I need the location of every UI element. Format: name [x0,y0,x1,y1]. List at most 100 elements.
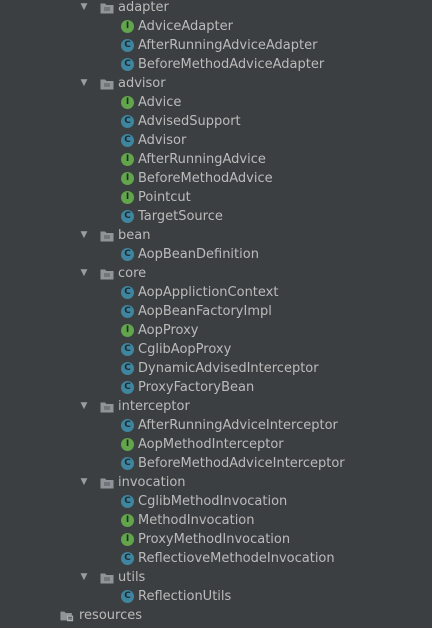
tree-item-dynamic-advised-interceptor[interactable]: C DynamicAdvisedInterceptor [0,359,432,378]
tree-folder-resources[interactable]: resources [0,606,432,625]
tree-folder-label: utils [118,570,146,585]
interface-icon: I [121,438,134,451]
expand-arrow-icon[interactable]: ▼ [78,74,90,93]
tree-folder-interceptor[interactable]: ▼ interceptor [0,397,432,416]
tree-folder-label: resources [79,608,143,623]
class-icon: C [121,134,134,147]
tree-item-proxy-factory-bean[interactable]: C ProxyFactoryBean [0,378,432,397]
tree-item-pointcut[interactable]: I Pointcut [0,188,432,207]
interface-label: AopMethodInterceptor [138,437,284,452]
class-label: AfterRunningAdviceInterceptor [138,418,338,433]
interface-icon: I [121,20,134,33]
class-label: AopBeanDefinition [138,247,259,262]
resources-folder-icon [60,609,74,628]
interface-icon: I [121,172,134,185]
interface-label: AdviceAdapter [138,19,233,34]
class-icon: C [121,590,134,603]
class-label: CglibAopProxy [138,342,232,357]
interface-label: AopProxy [138,323,199,338]
tree-item-aop-method-interceptor[interactable]: I AopMethodInterceptor [0,435,432,454]
expand-arrow-icon[interactable]: ▼ [78,568,90,587]
tree-item-after-running-advice-adapter[interactable]: C AfterRunningAdviceAdapter [0,36,432,55]
interface-label: AfterRunningAdvice [138,152,266,167]
class-icon: C [121,210,134,223]
tree-folder-bean[interactable]: ▼ bean [0,226,432,245]
tree-item-advice-adapter[interactable]: I AdviceAdapter [0,17,432,36]
tree-folder-advisor[interactable]: ▼ advisor [0,74,432,93]
tree-item-aop-bean-factory-impl[interactable]: C AopBeanFactoryImpl [0,302,432,321]
class-label: AdvisedSupport [138,114,241,129]
class-label: DynamicAdvisedInterceptor [138,361,319,376]
interface-label: Pointcut [138,190,191,205]
tree-folder-label: interceptor [118,399,190,414]
tree-item-reflectiove-methode-invocation[interactable]: C ReflectioveMethodeInvocation [0,549,432,568]
interface-label: BeforeMethodAdvice [138,171,273,186]
expand-arrow-icon[interactable]: ▼ [78,397,90,416]
class-icon: C [121,305,134,318]
interface-label: ProxyMethodInvocation [138,532,291,547]
tree-item-advice[interactable]: I Advice [0,93,432,112]
class-icon: C [121,552,134,565]
expand-arrow-icon[interactable]: ▼ [78,226,90,245]
interface-icon: I [121,191,134,204]
tree-folder-utils[interactable]: ▼ utils [0,568,432,587]
tree-item-after-running-advice-interceptor[interactable]: C AfterRunningAdviceInterceptor [0,416,432,435]
tree-folder-invocation[interactable]: ▼ invocation [0,473,432,492]
class-icon: C [121,248,134,261]
class-icon: C [121,381,134,394]
tree-item-cglib-aop-proxy[interactable]: C CglibAopProxy [0,340,432,359]
class-label: BeforeMethodAdviceAdapter [138,57,325,72]
interface-label: Advice [138,95,182,110]
tree-item-target-source[interactable]: C TargetSource [0,207,432,226]
class-icon: C [121,39,134,52]
expand-arrow-icon[interactable]: ▼ [78,0,90,17]
tree-item-aop-appliction-context[interactable]: C AopApplictionContext [0,283,432,302]
class-icon: C [121,495,134,508]
class-label: AopApplictionContext [138,285,279,300]
interface-icon: I [121,153,134,166]
tree-item-before-method-advice-interceptor[interactable]: C BeforeMethodAdviceInterceptor [0,454,432,473]
class-icon: C [121,362,134,375]
tree-item-advisor[interactable]: C Advisor [0,131,432,150]
class-icon: C [121,115,134,128]
tree-item-before-method-advice[interactable]: I BeforeMethodAdvice [0,169,432,188]
class-icon: C [121,343,134,356]
tree-folder-label: advisor [118,76,166,91]
tree-item-reflection-utils[interactable]: C ReflectionUtils [0,587,432,606]
interface-icon: I [121,324,134,337]
tree-folder-label: adapter [118,0,169,15]
tree-folder-label: invocation [118,475,186,490]
class-icon: C [121,286,134,299]
expand-arrow-icon[interactable]: ▼ [78,473,90,492]
class-label: AfterRunningAdviceAdapter [138,38,318,53]
tree-folder-label: bean [118,228,151,243]
tree-item-proxy-method-invocation[interactable]: I ProxyMethodInvocation [0,530,432,549]
class-label: AopBeanFactoryImpl [138,304,272,319]
tree-item-aop-proxy[interactable]: I AopProxy [0,321,432,340]
class-label: CglibMethodInvocation [138,494,288,509]
interface-label: MethodInvocation [138,513,255,528]
tree-folder-label: core [118,266,147,281]
class-icon: C [121,419,134,432]
tree-folder-adapter[interactable]: ▼ adapter [0,0,432,17]
tree-item-method-invocation[interactable]: I MethodInvocation [0,511,432,530]
tree-item-before-method-advice-adapter[interactable]: C BeforeMethodAdviceAdapter [0,55,432,74]
project-tree: ▼ adapter I AdviceAdapter C AfterRunningAdvic… [0,0,432,625]
class-icon: C [121,58,134,71]
interface-icon: I [121,514,134,527]
tree-item-after-running-advice[interactable]: I AfterRunningAdvice [0,150,432,169]
class-icon: C [121,457,134,470]
class-label: Advisor [138,133,187,148]
tree-folder-core[interactable]: ▼ core [0,264,432,283]
tree-item-advised-support[interactable]: C AdvisedSupport [0,112,432,131]
tree-item-aop-bean-definition[interactable]: C AopBeanDefinition [0,245,432,264]
interface-icon: I [121,96,134,109]
class-label: ProxyFactoryBean [138,380,255,395]
expand-arrow-icon[interactable]: ▼ [78,264,90,283]
interface-icon: I [121,533,134,546]
class-label: BeforeMethodAdviceInterceptor [138,456,345,471]
class-label: ReflectioveMethodeInvocation [138,551,335,566]
class-label: TargetSource [138,209,223,224]
class-label: ReflectionUtils [138,589,232,604]
tree-item-cglib-method-invocation[interactable]: C CglibMethodInvocation [0,492,432,511]
